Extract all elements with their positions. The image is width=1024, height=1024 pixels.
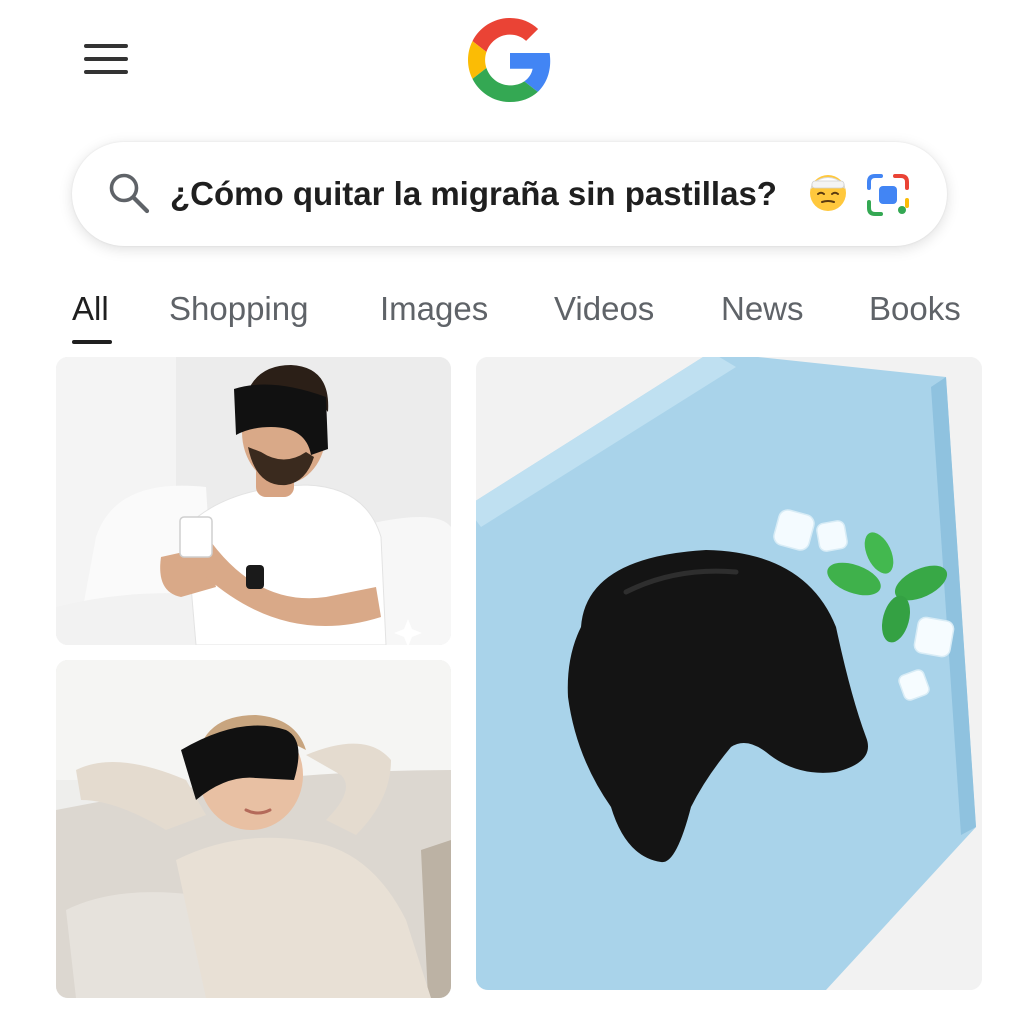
tab-news[interactable]: News [721,290,804,328]
image-result-man-in-bed[interactable] [56,357,451,645]
tab-images[interactable]: Images [380,290,488,328]
image-result-woman-on-sofa[interactable] [56,660,451,998]
tab-videos[interactable]: Videos [554,290,654,328]
google-search-results-page: ¿Cómo quitar la migraña sin pastillas? A… [0,0,1024,1024]
google-lens-icon[interactable] [865,172,911,218]
search-query-text[interactable]: ¿Cómo quitar la migraña sin pastillas? [170,172,777,216]
gel-mask-product-photo [476,357,982,990]
man-in-bed-photo [56,357,451,645]
search-tabs: All Shopping Images Videos News Books [0,280,1024,350]
search-icon[interactable] [106,170,152,216]
google-g-logo[interactable] [468,18,552,102]
tab-shopping[interactable]: Shopping [169,290,308,328]
face-with-bandage-emoji [810,175,846,211]
active-tab-indicator [72,340,112,344]
hamburger-menu-icon[interactable] [82,42,130,80]
search-bar[interactable]: ¿Cómo quitar la migraña sin pastillas? [72,142,947,246]
tab-all[interactable]: All [72,290,109,328]
image-result-gel-mask-on-towel[interactable] [476,357,982,990]
woman-on-sofa-photo [56,660,451,998]
tab-books[interactable]: Books [869,290,961,328]
